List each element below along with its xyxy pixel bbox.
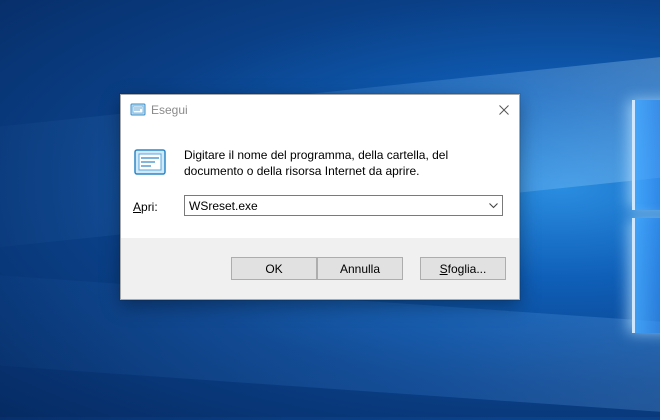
dialog-description: Digitare il nome del programma, della ca… [184, 148, 449, 178]
open-label-mnemonic: A [133, 200, 142, 214]
windows-logo-icon [632, 90, 660, 350]
browse-label: foglia... [447, 261, 487, 276]
windows-logo-pane-bottom [632, 218, 660, 333]
dialog-titlebar[interactable]: Esegui [121, 95, 519, 125]
close-icon [499, 105, 509, 115]
run-program-icon [133, 148, 167, 178]
dialog-title: Esegui [151, 103, 188, 117]
browse-mnemonic: S [439, 261, 448, 276]
open-combobox[interactable] [184, 195, 503, 216]
open-label: Apri: [133, 200, 158, 214]
run-dialog: Esegui Digitare il nome del programma, d… [120, 94, 520, 300]
run-icon [130, 103, 146, 117]
windows-logo-pane-top [632, 100, 660, 210]
ok-button[interactable]: OK [231, 257, 317, 280]
dialog-footer: OK Annulla Sfoglia... [121, 238, 519, 299]
open-input[interactable] [189, 197, 479, 214]
chevron-down-icon [488, 202, 498, 208]
cancel-button[interactable]: Annulla [317, 257, 403, 280]
open-label-text: pri: [141, 200, 158, 214]
close-button[interactable] [489, 95, 519, 125]
browse-button[interactable]: Sfoglia... [420, 257, 506, 280]
dropdown-button[interactable] [484, 196, 502, 215]
